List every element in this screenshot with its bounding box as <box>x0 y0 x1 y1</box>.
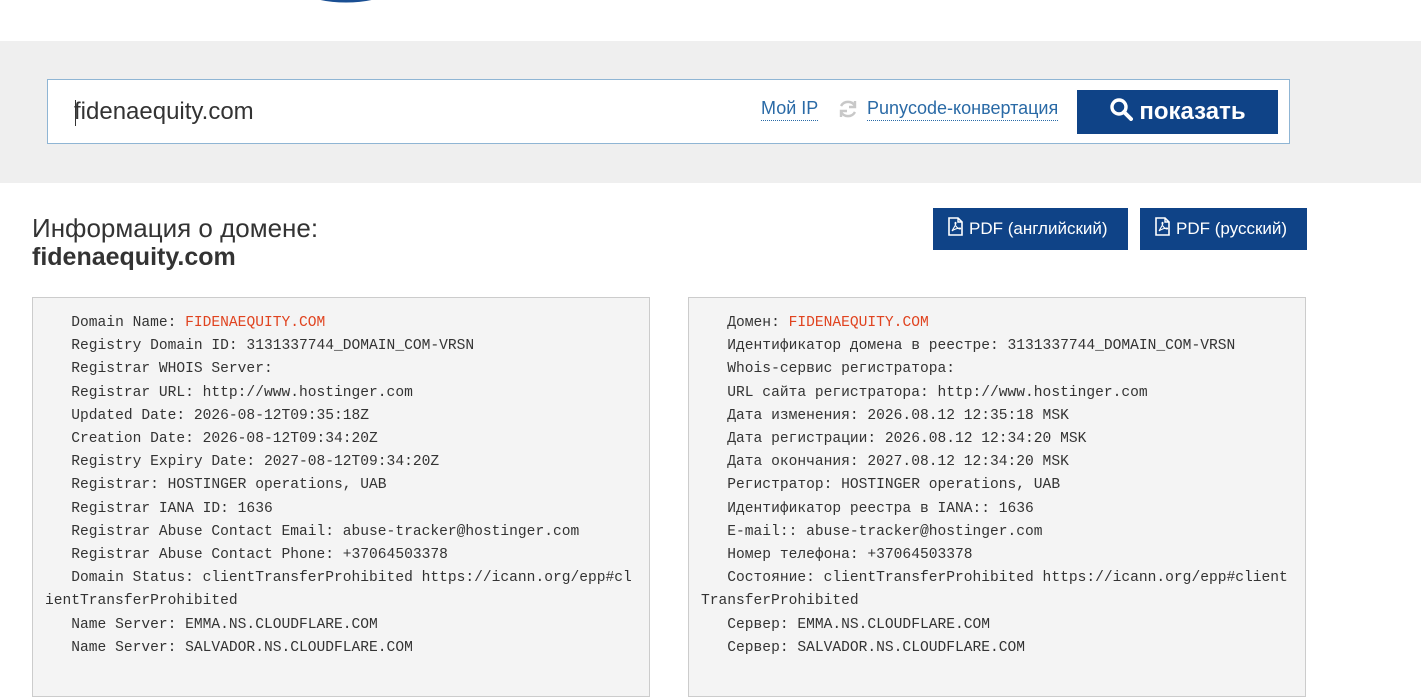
pdf-file-icon <box>1154 217 1171 241</box>
whois-line: Идентификатор домена в реестре: 31313377… <box>701 338 1236 355</box>
whois-line: Name Server: SALVADOR.NS.CLOUDFLARE.COM <box>45 639 413 656</box>
pdf-english-label: PDF (английский) <box>969 219 1108 238</box>
whois-line: Registrar WHOIS Server: <box>45 361 273 378</box>
page-title: Информация о домене: <box>32 213 319 243</box>
pdf-russian-label: PDF (русский) <box>1176 219 1288 238</box>
whois-line: Идентификатор реестра в IANA:: 1636 <box>701 500 1034 517</box>
pdf-file-icon <box>947 217 964 241</box>
whois-line: Сервер: SALVADOR.NS.CLOUDFLARE.COM <box>701 639 1026 656</box>
whois-line: Registrar Abuse Contact Phone: +37064503… <box>45 547 448 564</box>
whois-english-text: Domain Name: FIDENAEQUITY.COM Registry D… <box>45 312 639 660</box>
show-button-label: показать <box>1139 98 1246 125</box>
whois-line: Creation Date: 2026-08-12T09:34:20Z <box>45 431 378 448</box>
whois-english-panel: Domain Name: FIDENAEQUITY.COM Registry D… <box>32 297 650 697</box>
whois-line: Whois-сервис регистратора: <box>701 361 955 378</box>
whois-line: Домен: FIDENAEQUITY.COM <box>701 312 1295 335</box>
text-caret <box>75 100 76 126</box>
whois-line: URL сайта регистратора: http://www.hosti… <box>701 384 1148 401</box>
whois-line: Дата изменения: 2026.08.12 12:35:18 MSK <box>701 407 1069 424</box>
site-logo[interactable] <box>296 0 396 14</box>
whois-line: Состояние: clientTransferProhibited http… <box>701 570 1288 610</box>
search-form: Мой IP Punycode-конвертация показать <box>47 79 1290 144</box>
whois-line: Domain Name: FIDENAEQUITY.COM <box>45 312 639 335</box>
domain-title: fidenaequity.com <box>32 243 236 271</box>
whois-line: Registrar Abuse Contact Email: abuse-tra… <box>45 523 580 540</box>
whois-line: Name Server: EMMA.NS.CLOUDFLARE.COM <box>45 616 378 633</box>
whois-line: E-mail:: abuse-tracker@hostinger.com <box>701 523 1043 540</box>
search-icon <box>1109 97 1134 128</box>
whois-line: Дата регистрации: 2026.08.12 12:34:20 MS… <box>701 431 1087 448</box>
whois-line: Registrar IANA ID: 1636 <box>45 500 273 517</box>
whois-line-label: Домен: <box>701 315 789 331</box>
whois-line: Domain Status: clientTransferProhibited … <box>45 570 632 610</box>
whois-line: Registry Domain ID: 3131337744_DOMAIN_CO… <box>45 338 475 355</box>
whois-russian-panel: Домен: FIDENAEQUITY.COM Идентификатор до… <box>688 297 1306 697</box>
header-area <box>0 0 1421 41</box>
whois-line: Registrar: HOSTINGER operations, UAB <box>45 477 387 494</box>
whois-domain-value: FIDENAEQUITY.COM <box>788 315 929 331</box>
whois-line-label: Domain Name: <box>45 315 186 331</box>
whois-line: Сервер: EMMA.NS.CLOUDFLARE.COM <box>701 616 991 633</box>
whois-domain-value: FIDENAEQUITY.COM <box>185 315 326 331</box>
show-button[interactable]: показать <box>1077 90 1278 134</box>
punycode-link[interactable]: Punycode-конвертация <box>867 98 1059 121</box>
pdf-russian-button[interactable]: PDF (русский) <box>1140 208 1307 250</box>
whois-line: Registry Expiry Date: 2027-08-12T09:34:2… <box>45 454 440 471</box>
whois-line: Регистратор: HOSTINGER operations, UAB <box>701 477 1061 494</box>
whois-line: Номер телефона: +37064503378 <box>701 547 973 564</box>
my-ip-link[interactable]: Мой IP <box>761 98 819 121</box>
domain-info-heading: Информация о домене: fidenaequity.com <box>32 214 318 272</box>
pdf-english-button[interactable]: PDF (английский) <box>933 208 1128 250</box>
whois-line: Registrar URL: http://www.hostinger.com <box>45 384 413 401</box>
domain-search-input[interactable] <box>74 96 674 128</box>
refresh-icon[interactable] <box>837 98 859 120</box>
whois-russian-text: Домен: FIDENAEQUITY.COM Идентификатор до… <box>701 312 1295 660</box>
whois-line: Updated Date: 2026-08-12T09:35:18Z <box>45 407 370 424</box>
whois-line: Дата окончания: 2027.08.12 12:34:20 MSK <box>701 454 1069 471</box>
